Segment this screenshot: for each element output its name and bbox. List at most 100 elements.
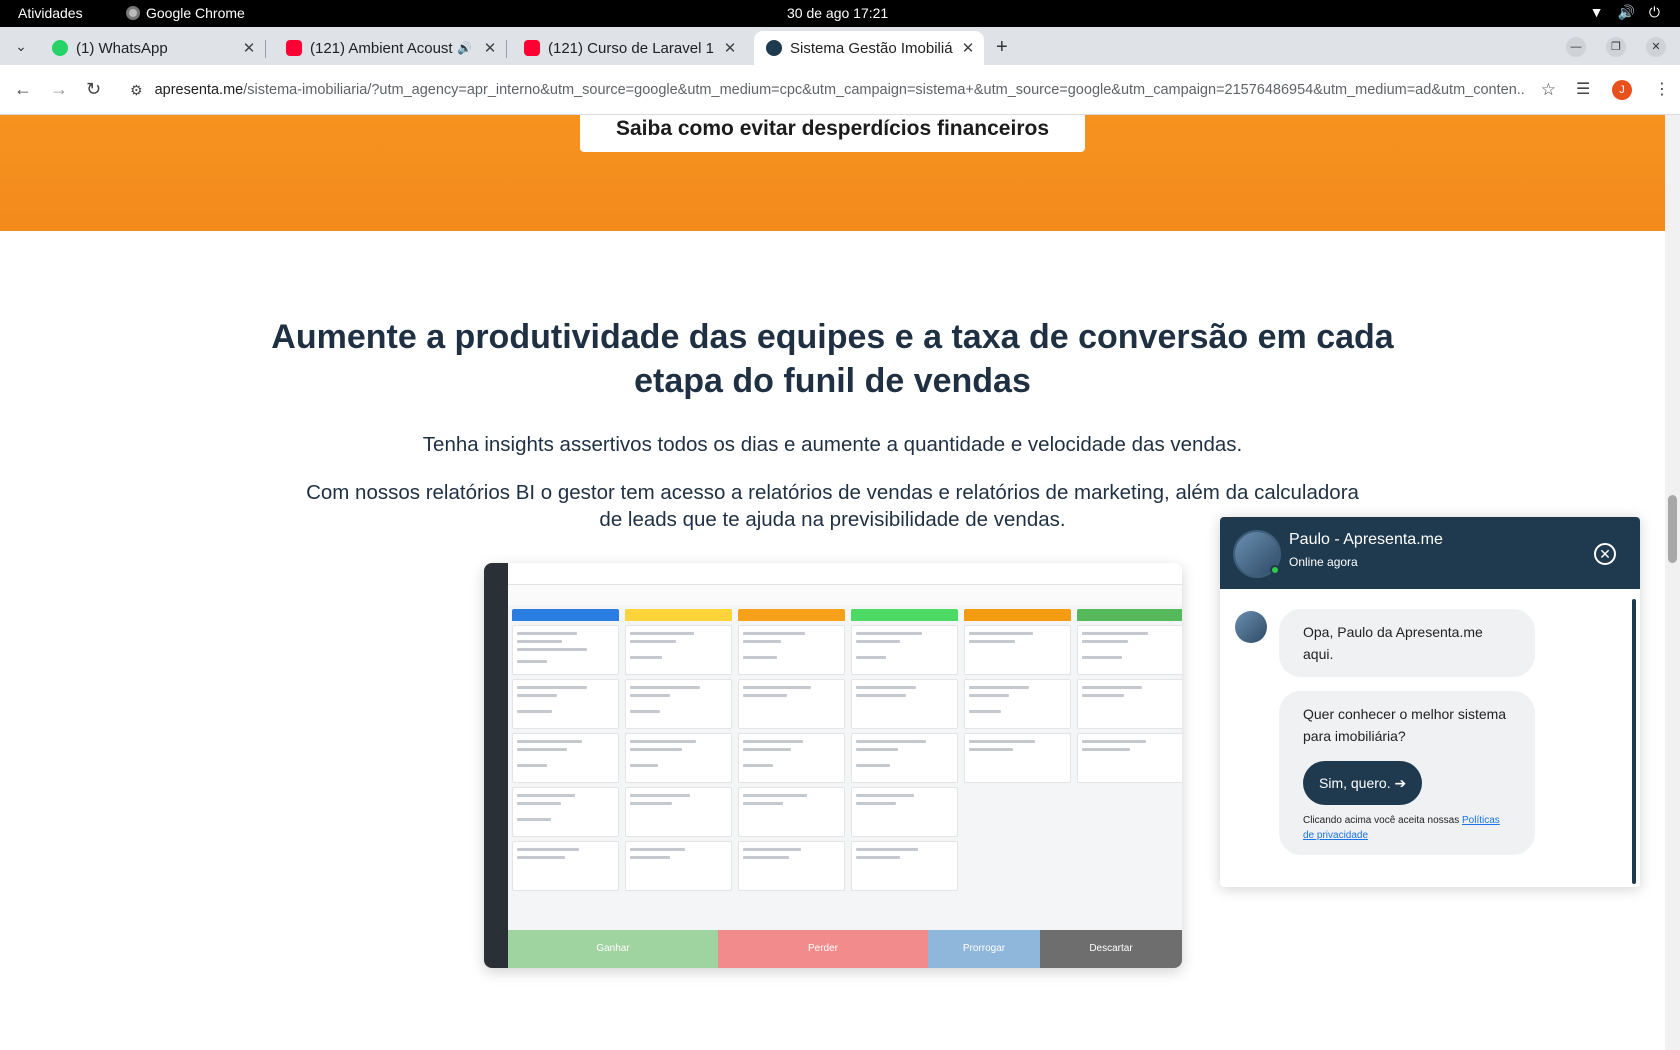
- menu-kebab-icon[interactable]: ⋮: [1654, 79, 1670, 99]
- url-host: apresenta.me: [154, 82, 244, 98]
- deal-card: [625, 625, 732, 675]
- close-tab-icon[interactable]: ✕: [480, 39, 500, 57]
- screenshot-sidebar: [484, 563, 508, 968]
- deal-card: [1077, 679, 1182, 729]
- tab-curso-laravel[interactable]: (121) Curso de Laravel 1 ✕: [512, 31, 746, 65]
- deal-card: [625, 787, 732, 837]
- app-name: Google Chrome: [146, 5, 245, 21]
- reload-button[interactable]: ↻: [86, 79, 101, 100]
- activities-button[interactable]: Atividades: [18, 5, 83, 21]
- tab-ambient-acoustic[interactable]: (121) Ambient Acoust 🔊 ✕: [274, 31, 507, 65]
- app-menu[interactable]: Google Chrome: [126, 5, 245, 21]
- kanban-column: [964, 609, 1071, 915]
- kanban-column: [738, 609, 845, 915]
- bookmark-star-icon[interactable]: ☆: [1541, 80, 1556, 100]
- chat-scrollbar[interactable]: [1632, 599, 1636, 884]
- tab-separator: [265, 40, 266, 58]
- privacy-notice: Clicando acima você aceita nossas Políti…: [1303, 813, 1511, 843]
- clock[interactable]: 30 de ago 17:21: [787, 5, 888, 21]
- lose-deal-button: Perder: [718, 930, 928, 968]
- column-header: [512, 609, 619, 621]
- url-path: /sistema-imobiliaria/?utm_agency=apr_int…: [243, 82, 1525, 98]
- deal-card: [512, 679, 619, 729]
- address-bar[interactable]: ⚙ apresenta.me/sistema-imobiliaria/?utm_…: [116, 72, 1556, 108]
- screenshot-filter-bar: [508, 585, 1182, 605]
- deal-card: [851, 787, 958, 837]
- scrollbar-thumb[interactable]: [1668, 495, 1677, 563]
- deal-card: [738, 841, 845, 891]
- forward-button[interactable]: →: [50, 79, 68, 100]
- arrow-right-icon: ➔: [1394, 775, 1407, 791]
- online-status-icon: [1270, 565, 1280, 575]
- tab-search-button[interactable]: ⌄: [10, 35, 32, 57]
- close-tab-icon[interactable]: ✕: [958, 39, 978, 57]
- deal-card: [851, 733, 958, 783]
- back-button[interactable]: ←: [14, 79, 32, 100]
- extend-deal-button: Prorrogar: [928, 930, 1040, 968]
- privacy-prefix: Clicando acima você aceita nossas: [1303, 815, 1460, 826]
- apresenta-icon: [766, 40, 782, 56]
- chat-widget: Paulo - Apresenta.me Online agora ✕ Opa,…: [1220, 517, 1640, 887]
- youtube-icon: [524, 40, 540, 56]
- wifi-icon: ▼: [1589, 4, 1604, 20]
- deal-card: [738, 733, 845, 783]
- tab-title: (1) WhatsApp: [76, 39, 168, 57]
- agent-avatar: [1233, 530, 1281, 578]
- column-header: [964, 609, 1071, 621]
- tab-separator: [506, 40, 507, 58]
- chat-message: Opa, Paulo da Apresenta.me aqui.: [1279, 609, 1535, 677]
- tab-sistema-gestao[interactable]: Sistema Gestão Imobiliá ✕: [754, 31, 984, 65]
- site-info-icon[interactable]: ⚙: [130, 82, 143, 99]
- section-subtitle: Tenha insights assertivos todos os dias …: [422, 433, 1243, 456]
- financial-waste-cta-button[interactable]: Saiba como evitar desperdícios financeir…: [580, 115, 1085, 152]
- deal-card: [625, 841, 732, 891]
- url-text[interactable]: apresenta.me/sistema-imobiliaria/?utm_ag…: [155, 82, 1525, 98]
- deal-card: [512, 787, 619, 837]
- audio-playing-icon[interactable]: 🔊: [457, 41, 472, 55]
- deal-card: [512, 841, 619, 891]
- tab-whatsapp[interactable]: (1) WhatsApp ✕: [40, 31, 266, 65]
- kanban-column: [1077, 609, 1182, 915]
- system-tray[interactable]: ▼ 🔊 ⏻: [1590, 4, 1660, 21]
- deal-card: [512, 625, 619, 675]
- media-control-icon[interactable]: ☰: [1576, 79, 1590, 99]
- volume-icon: 🔊: [1617, 4, 1635, 20]
- deal-card: [964, 733, 1071, 783]
- chat-body: Opa, Paulo da Apresenta.me aqui. Quer co…: [1220, 589, 1640, 887]
- message-avatar: [1235, 611, 1267, 643]
- maximize-button[interactable]: ❐: [1606, 37, 1626, 57]
- deal-card: [851, 679, 958, 729]
- agent-status: Online agora: [1289, 555, 1358, 569]
- close-tab-icon[interactable]: ✕: [239, 39, 259, 57]
- yes-want-button[interactable]: Sim, quero. ➔: [1303, 761, 1423, 805]
- deal-card: [738, 679, 845, 729]
- new-tab-button[interactable]: +: [996, 36, 1008, 59]
- column-header: [625, 609, 732, 621]
- close-window-button[interactable]: ✕: [1646, 37, 1666, 57]
- deal-card: [738, 787, 845, 837]
- profile-avatar[interactable]: J: [1612, 80, 1632, 100]
- close-chat-icon[interactable]: ✕: [1594, 543, 1616, 565]
- screenshot-topnav: [508, 563, 1182, 585]
- win-deal-button: Ganhar: [508, 930, 718, 968]
- close-tab-icon[interactable]: ✕: [720, 39, 740, 57]
- deal-card: [851, 625, 958, 675]
- tab-title: (121) Curso de Laravel 1: [548, 39, 714, 57]
- section-headline: Aumente a produtividade das equipes e a …: [271, 318, 1394, 400]
- chat-message-text: Quer conhecer o melhor sistema para imob…: [1303, 706, 1507, 744]
- minimize-button[interactable]: —: [1566, 37, 1586, 57]
- kanban-column: [512, 609, 619, 915]
- deal-card: [851, 841, 958, 891]
- deal-card: [738, 625, 845, 675]
- kanban-column: [625, 609, 732, 915]
- chat-header: Paulo - Apresenta.me Online agora ✕: [1220, 517, 1640, 589]
- crm-kanban-screenshot: Ganhar Perder Prorrogar Descartar: [484, 563, 1182, 968]
- deal-card: [1077, 733, 1182, 783]
- system-top-bar: Atividades Google Chrome 30 de ago 17:21…: [0, 0, 1680, 27]
- tab-title: (121) Ambient Acoust: [310, 39, 453, 57]
- page-scrollbar[interactable]: [1665, 115, 1680, 1050]
- deal-card: [625, 679, 732, 729]
- whatsapp-icon: [52, 40, 68, 56]
- tab-strip: ⌄ (1) WhatsApp ✕ (121) Ambient Acoust 🔊 …: [0, 27, 1680, 65]
- youtube-icon: [286, 40, 302, 56]
